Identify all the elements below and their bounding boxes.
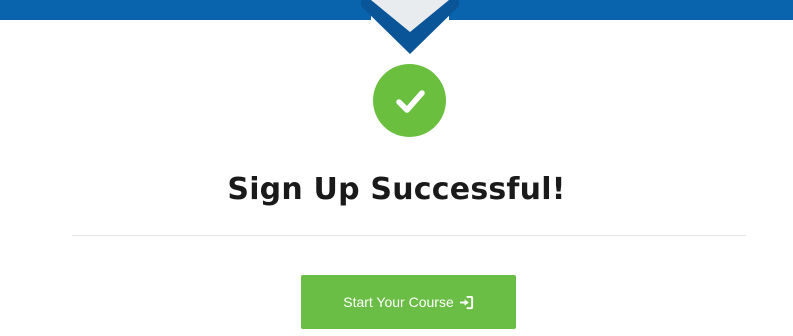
signup-success-page: Sign Up Successful! Start Your Course: [0, 0, 793, 336]
checkmark-icon: [395, 89, 425, 113]
sign-in-icon: [459, 295, 474, 310]
divider: [72, 235, 746, 236]
header-band-left: [0, 0, 371, 20]
start-course-label: Start Your Course: [343, 294, 454, 310]
header-band-right: [449, 0, 793, 20]
check-circle-icon: [373, 64, 446, 137]
header-banner: [0, 0, 793, 54]
page-title: Sign Up Successful!: [227, 172, 566, 207]
start-course-button[interactable]: Start Your Course: [301, 275, 516, 329]
